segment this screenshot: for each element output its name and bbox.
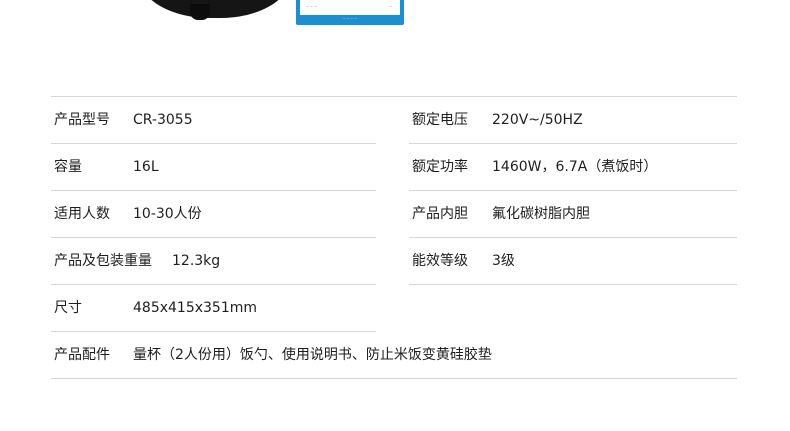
spec-row-servings: 适用人数 10-30人份 xyxy=(51,191,376,238)
spec-row-capacity: 容量 16L xyxy=(51,144,376,191)
spec-value: 485x415x351mm xyxy=(133,300,258,316)
spec-value: 1460W，6.7A（煮饭时） xyxy=(492,159,658,175)
spec-value: 12.3kg xyxy=(172,253,221,269)
product-image: — — — — — — — — xyxy=(0,0,790,30)
spec-label: 产品内胆 xyxy=(412,206,468,222)
spec-row-weight: 产品及包装重量 12.3kg xyxy=(51,238,376,285)
spec-value: 220V~/50HZ xyxy=(492,112,583,128)
rice-cooker-base xyxy=(140,0,290,18)
spec-row-model: 产品型号 CR-3055 xyxy=(51,97,376,144)
spec-value: CR-3055 xyxy=(133,112,193,128)
spec-row-inner-pot: 产品内胆 氟化碳树脂内胆 xyxy=(409,191,737,238)
spec-row-power: 额定功率 1460W，6.7A（煮饭时） xyxy=(409,144,737,191)
spec-label: 容量 xyxy=(54,159,82,175)
spec-row-accessories: 产品配件 量杯（2人份用）饭勺、使用说明书、防止米饭变黄硅胶垫 xyxy=(51,332,737,379)
spec-label: 产品型号 xyxy=(54,112,110,128)
spec-row-dimensions: 尺寸 485x415x351mm xyxy=(51,285,376,332)
spec-label: 产品配件 xyxy=(54,347,110,363)
spec-value: 量杯（2人份用）饭勺、使用说明书、防止米饭变黄硅胶垫 xyxy=(133,347,492,363)
spec-row-energy-grade: 能效等级 3级 xyxy=(409,238,737,285)
spec-label: 适用人数 xyxy=(54,206,110,222)
energy-efficiency-label: — — — — — — — — xyxy=(296,0,404,25)
spec-label: 能效等级 xyxy=(412,253,468,269)
spec-value: 3级 xyxy=(492,253,515,269)
spec-label: 额定功率 xyxy=(412,159,468,175)
spec-label: 额定电压 xyxy=(412,112,468,128)
spec-row-voltage: 额定电压 220V~/50HZ xyxy=(409,97,737,144)
spec-label: 尺寸 xyxy=(54,300,82,316)
spec-value: 氟化碳树脂内胆 xyxy=(492,206,590,222)
spec-value: 16L xyxy=(133,159,159,175)
rice-cooker-foot xyxy=(190,4,210,20)
spec-label: 产品及包装重量 xyxy=(54,253,152,269)
spec-value: 10-30人份 xyxy=(133,206,202,222)
